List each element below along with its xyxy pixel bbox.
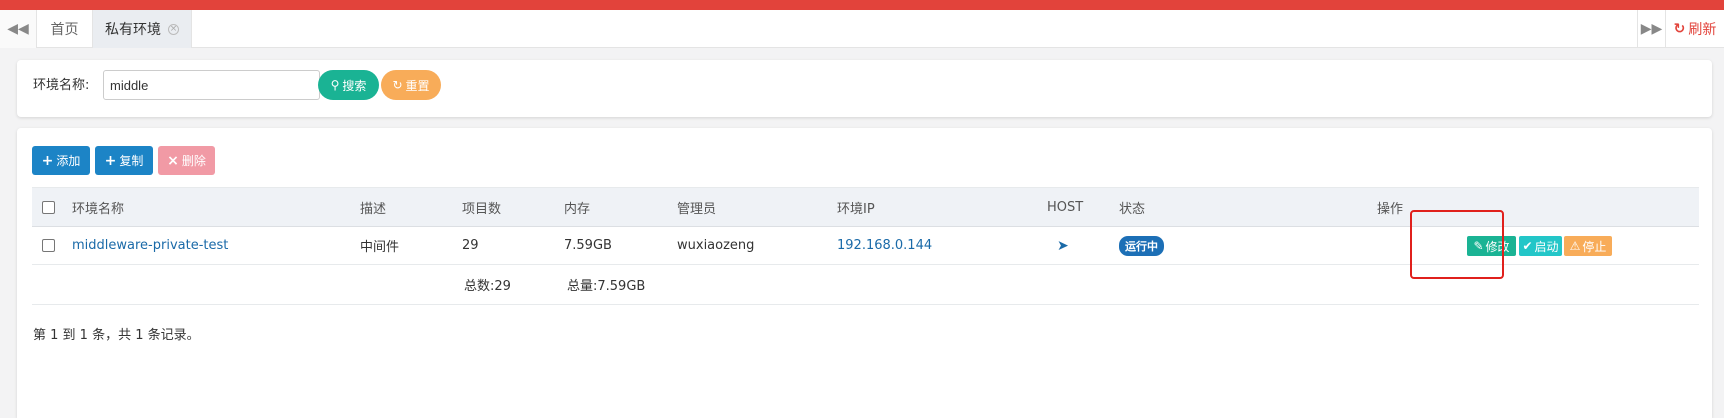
edit-icon: ✎ [1473,239,1484,253]
cell-admin: wuxiaozeng [677,238,755,253]
reset-button[interactable]: ↻ 重置 [381,70,441,100]
delete-button-label: 删除 [181,154,206,168]
reset-button-label: 重置 [405,78,430,93]
reset-icon: ↻ [392,78,403,92]
top-accent-bar [0,0,1724,10]
refresh-label: 刷新 [1688,22,1717,38]
col-header-status[interactable]: 状态 [1119,188,1145,226]
tab-private-env-label: 私有环境 [105,22,161,38]
warning-icon: ⚠ [1569,239,1581,253]
search-icon: ⚲ [330,78,340,92]
copy-button[interactable]: + 复制 [95,146,153,175]
delete-button[interactable]: × 删除 [158,146,215,175]
env-ip-link[interactable]: 192.168.0.144 [837,227,932,264]
search-button[interactable]: ⚲ 搜索 [318,70,379,100]
times-icon: × [167,152,179,169]
col-header-host[interactable]: HOST [1047,188,1083,226]
cell-desc: 中间件 [360,240,400,255]
search-panel: 环境名称: ⚲ 搜索 ↻ 重置 [17,60,1712,117]
double-right-icon[interactable]: ▶▶ [1637,10,1665,48]
check-icon: ✔ [1522,239,1533,253]
cell-project-count: 29 [462,238,479,253]
select-all-checkbox[interactable] [42,200,55,214]
table-header: 环境名称 描述 项目数 内存 管理员 环境IP HOST 状态 操作 [32,187,1699,227]
footer-memory-total: 总量:7.59GB [567,279,646,294]
stop-button[interactable]: ⚠ 停止 [1564,236,1612,256]
add-button[interactable]: + 添加 [32,146,90,175]
tab-private-env[interactable]: 私有环境 × [93,10,192,48]
copy-button-label: 复制 [119,154,144,168]
env-name-input[interactable] [103,70,320,100]
col-header-project-count[interactable]: 项目数 [462,188,501,226]
page-tabs-bar: ◀◀ 首页 私有环境 × ▶▶ ↻ 刷新 [0,10,1724,48]
plus-icon: + [104,152,117,169]
col-header-memory[interactable]: 内存 [564,188,590,226]
refresh-button[interactable]: ↻ 刷新 [1665,10,1724,48]
edit-button[interactable]: ✎ 修改 [1467,236,1516,256]
stop-button-label: 停止 [1582,239,1607,254]
row-checkbox[interactable] [42,239,55,252]
cell-memory: 7.59GB [564,238,612,253]
col-header-admin[interactable]: 管理员 [677,188,716,226]
env-name-label: 环境名称: [33,78,90,93]
footer-project-total: 总数:29 [464,279,511,294]
refresh-icon: ↻ [1673,21,1686,37]
table-row[interactable]: middleware-private-test 中间件 29 7.59GB wu… [32,227,1699,265]
pagination-info: 第 1 到 1 条，共 1 条记录。 [33,328,200,343]
start-button-label: 启动 [1534,239,1559,254]
env-list-panel: + 添加 + 复制 × 删除 环境名称 描述 项目数 内存 管理员 环境IP H… [17,128,1712,418]
paper-plane-icon[interactable]: ➤ [1057,238,1069,254]
col-header-desc[interactable]: 描述 [360,188,386,226]
edit-button-label: 修改 [1485,239,1510,254]
table-footer: 总数:29 总量:7.59GB [32,265,1699,305]
tab-home-label: 首页 [50,22,79,38]
plus-icon: + [41,152,54,169]
col-header-actions: 操作 [1377,201,1404,217]
env-name-link[interactable]: middleware-private-test [72,227,228,264]
status-badge: 运行中 [1119,235,1164,256]
start-button[interactable]: ✔ 启动 [1519,236,1562,256]
col-header-ip[interactable]: 环境IP [837,188,875,226]
tab-home[interactable]: 首页 [37,10,93,48]
search-button-label: 搜索 [342,78,367,93]
close-icon[interactable]: × [168,23,179,35]
col-header-name[interactable]: 环境名称 [72,188,124,226]
double-left-icon[interactable]: ◀◀ [0,10,37,48]
add-button-label: 添加 [56,154,81,168]
